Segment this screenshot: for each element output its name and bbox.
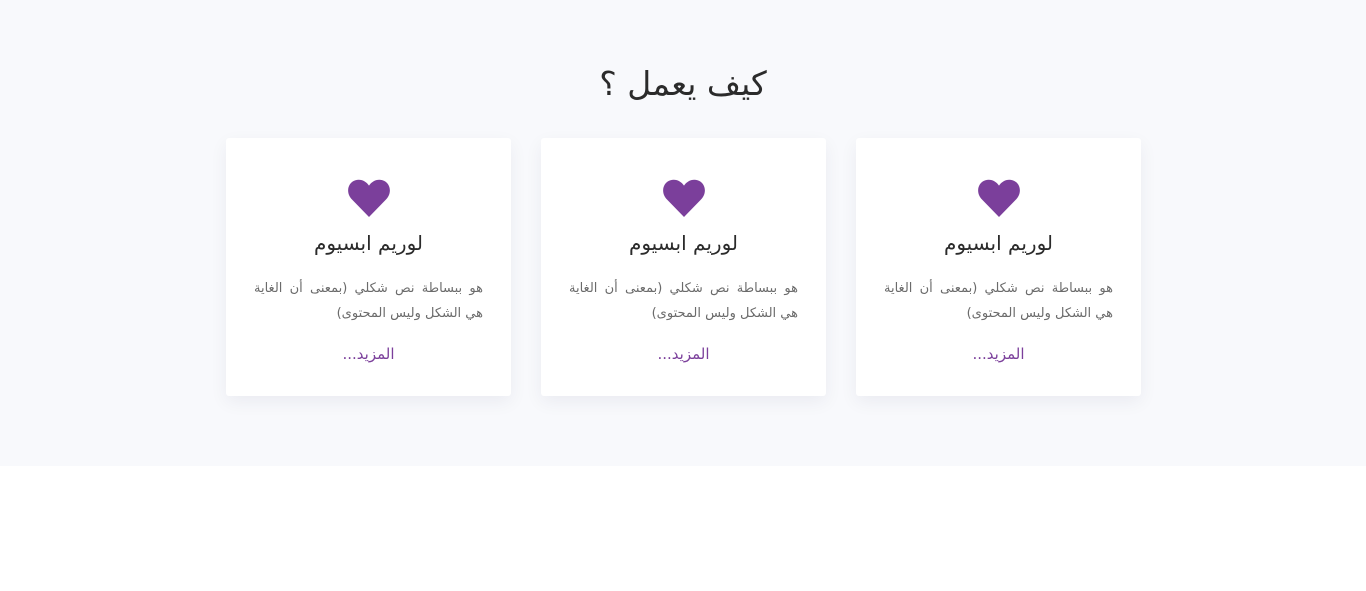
card-description: هو ببساطة نص شكلي (بمعنى أن الغاية هي ال… <box>569 281 798 321</box>
feature-cards: لوريم ابسيوم هو ببساطة نص شكلي (بمعنى أن… <box>226 138 1141 396</box>
card-title: لوريم ابسيوم <box>313 231 424 255</box>
heart-icon <box>541 178 826 218</box>
feature-card: لوريم ابسيوم هو ببساطة نص شكلي (بمعنى أن… <box>541 138 826 396</box>
card-title: لوريم ابسيوم <box>943 231 1054 255</box>
heart-icon <box>856 178 1141 218</box>
heart-icon <box>226 178 511 218</box>
section-title: كيف يعمل ؟ <box>599 64 767 103</box>
card-description: هو ببساطة نص شكلي (بمعنى أن الغاية هي ال… <box>254 281 483 321</box>
card-description: هو ببساطة نص شكلي (بمعنى أن الغاية هي ال… <box>884 281 1113 321</box>
read-more-link[interactable]: المزيد... <box>541 342 826 366</box>
card-title: لوريم ابسيوم <box>628 231 739 255</box>
read-more-link[interactable]: المزيد... <box>226 342 511 366</box>
feature-card: لوريم ابسيوم هو ببساطة نص شكلي (بمعنى أن… <box>856 138 1141 396</box>
how-it-works-section: كيف يعمل ؟ لوريم ابسيوم هو ببساطة نص شكل… <box>0 0 1366 466</box>
read-more-link[interactable]: المزيد... <box>856 342 1141 366</box>
feature-card: لوريم ابسيوم هو ببساطة نص شكلي (بمعنى أن… <box>226 138 511 396</box>
